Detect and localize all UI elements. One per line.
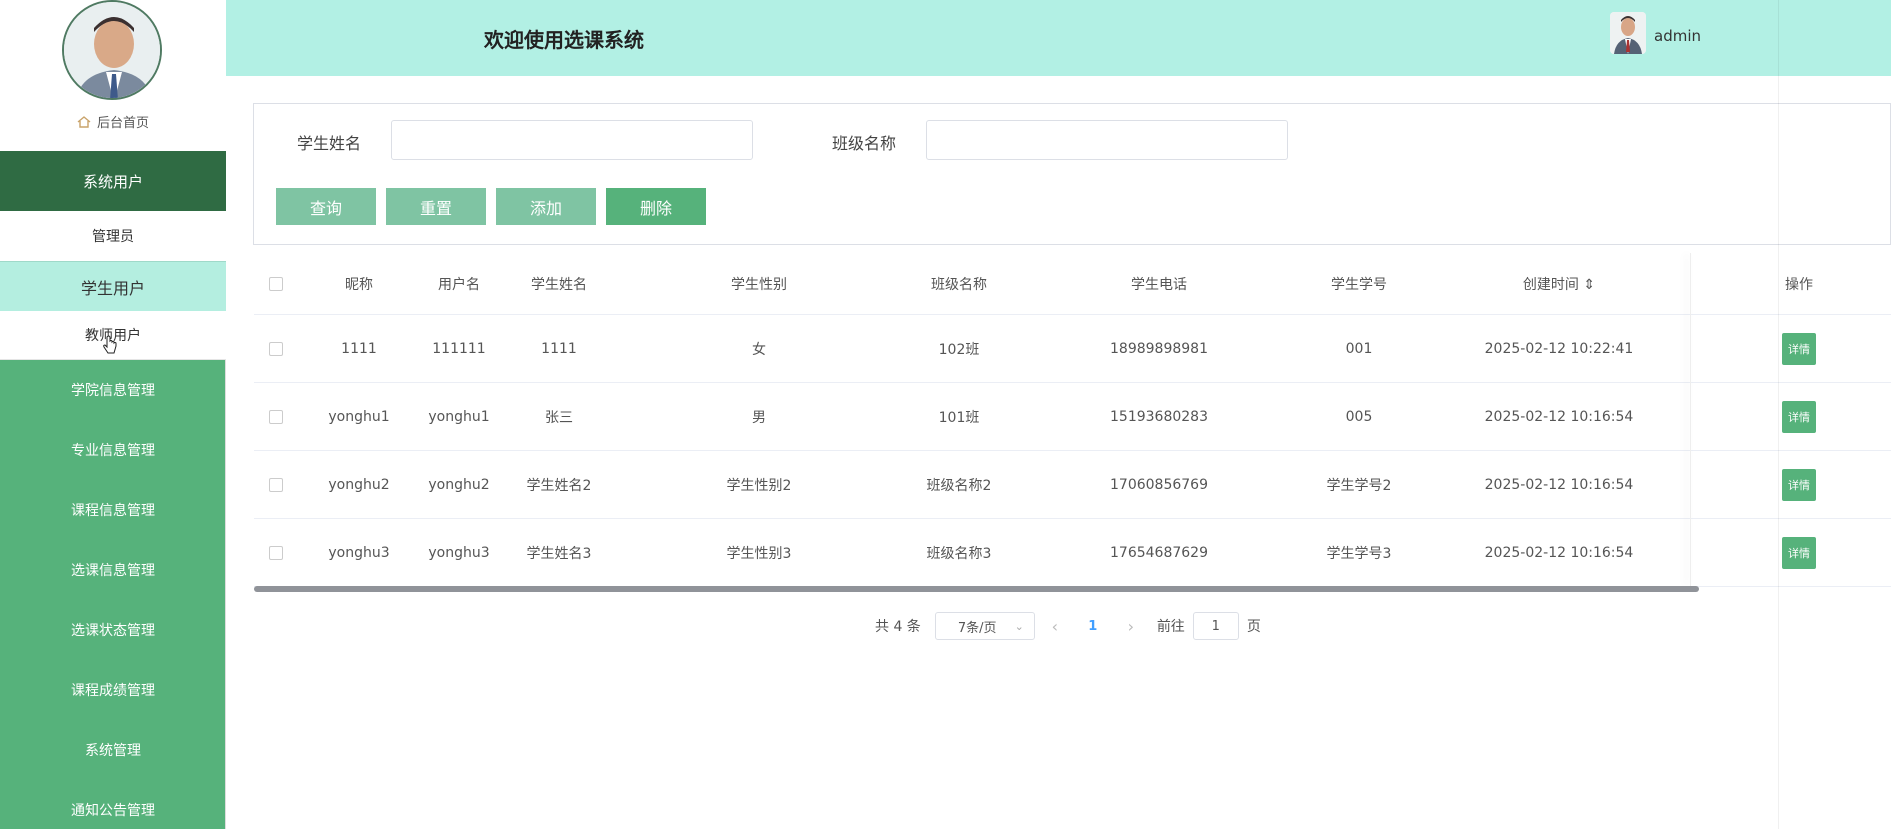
row-checkbox[interactable] xyxy=(266,315,286,382)
menu-system-manage[interactable]: 系统管理 xyxy=(0,720,226,780)
page-size-select[interactable]: 7条/页 ⌄ xyxy=(934,612,1035,640)
user-avatar[interactable] xyxy=(1610,12,1646,54)
table-horizontal-scrollbar[interactable] xyxy=(254,586,1699,592)
header: 欢迎使用选课系统 admin xyxy=(226,0,1891,76)
cell-created: 2025-02-12 10:16:54 xyxy=(1484,544,1634,561)
pointer-cursor-icon xyxy=(102,335,118,359)
cell-gender: 男 xyxy=(752,409,766,426)
row-checkbox[interactable] xyxy=(266,383,286,450)
reset-button[interactable]: 重置 xyxy=(386,188,486,225)
table-row: yonghu1 yonghu1 张三 男 101班 15193680283 00… xyxy=(254,383,1891,451)
page-unit-label: 页 xyxy=(1246,619,1261,635)
student-name-input[interactable] xyxy=(391,120,753,160)
cell-student-no: 学生学号3 xyxy=(1326,545,1392,562)
sidebar-top: 后台首页 xyxy=(0,0,226,151)
detail-button[interactable]: 详情 xyxy=(1782,400,1816,433)
table-row: 1111 111111 1111 女 102班 18989898981 001 … xyxy=(254,315,1891,383)
student-table: 昵称 用户名 学生姓名 学生性别 班级名称 学生电话 学生学号 创建时间 ⇕ 操… xyxy=(254,253,1891,587)
pagination-total: 共 4 条 xyxy=(875,619,921,635)
prev-page-icon[interactable]: ‹ xyxy=(1035,617,1075,636)
menu-course-info[interactable]: 课程信息管理 xyxy=(0,480,226,540)
delete-button[interactable]: 删除 xyxy=(606,188,706,225)
cell-student-name: 1111 xyxy=(541,340,577,357)
pagination: 共 4 条 7条/页 ⌄ ‹ 1 › 前往 1 页 xyxy=(875,612,1261,640)
home-link[interactable]: 后台首页 xyxy=(0,112,226,131)
col-action: 操作 xyxy=(1785,276,1813,293)
col-class-name: 班级名称 xyxy=(931,276,987,293)
next-page-icon[interactable]: › xyxy=(1111,617,1151,636)
chevron-down-icon: ⌄ xyxy=(1014,619,1024,633)
col-student-no: 学生学号 xyxy=(1331,276,1387,293)
class-name-label: 班级名称 xyxy=(832,134,897,153)
cell-created: 2025-02-12 10:22:41 xyxy=(1484,340,1634,357)
cell-student-no: 001 xyxy=(1345,340,1373,357)
table-row: yonghu2 yonghu2 学生姓名2 学生性别2 班级名称2 170608… xyxy=(254,451,1891,519)
page-title: 欢迎使用选课系统 xyxy=(484,28,644,52)
cell-phone: 15193680283 xyxy=(1110,408,1208,425)
avatar xyxy=(62,0,162,100)
username[interactable]: admin xyxy=(1654,27,1701,45)
submenu-teacher-user[interactable]: 教师用户 xyxy=(0,311,226,360)
menu-system-user[interactable]: 系统用户 xyxy=(0,151,226,211)
fixed-column-divider xyxy=(1690,253,1691,586)
page-number-current[interactable]: 1 xyxy=(1075,619,1111,634)
add-button[interactable]: 添加 xyxy=(496,188,596,225)
cell-class-name: 101班 xyxy=(938,409,980,426)
cell-class-name: 班级名称3 xyxy=(926,545,992,562)
cell-created: 2025-02-12 10:16:54 xyxy=(1484,476,1634,493)
home-link-label: 后台首页 xyxy=(96,116,149,131)
menu-selection-info[interactable]: 选课信息管理 xyxy=(0,540,226,600)
student-name-label: 学生姓名 xyxy=(297,134,362,153)
table-header-row: 昵称 用户名 学生姓名 学生性别 班级名称 学生电话 学生学号 创建时间 ⇕ 操… xyxy=(254,253,1891,315)
cell-created: 2025-02-12 10:16:54 xyxy=(1484,408,1634,425)
cell-student-name: 学生姓名3 xyxy=(526,545,592,562)
search-panel: 学生姓名 班级名称 查询 重置 添加 删除 xyxy=(253,103,1891,245)
col-gender: 学生性别 xyxy=(731,276,787,293)
col-phone: 学生电话 xyxy=(1131,276,1187,293)
cell-gender: 学生性别3 xyxy=(726,545,792,562)
row-checkbox[interactable] xyxy=(266,519,286,586)
cell-student-no: 学生学号2 xyxy=(1326,477,1392,494)
query-button[interactable]: 查询 xyxy=(276,188,376,225)
table-row: yonghu3 yonghu3 学生姓名3 学生性别3 班级名称3 176546… xyxy=(254,519,1891,587)
select-all-checkbox[interactable] xyxy=(266,253,286,314)
cell-phone: 17060856769 xyxy=(1110,476,1208,493)
overlay-guide-line xyxy=(1778,0,1779,829)
cell-gender: 女 xyxy=(752,341,766,358)
row-checkbox[interactable] xyxy=(266,451,286,518)
menu-notice-manage[interactable]: 通知公告管理 xyxy=(0,780,226,840)
goto-label: 前往 xyxy=(1156,619,1185,635)
cell-phone: 17654687629 xyxy=(1110,544,1208,561)
submenu-student-user[interactable]: 学生用户 xyxy=(0,261,226,311)
goto-page-input[interactable]: 1 xyxy=(1192,612,1239,640)
cell-student-name: 张三 xyxy=(545,409,573,426)
class-name-input[interactable] xyxy=(926,120,1288,160)
submenu-admin[interactable]: 管理员 xyxy=(0,211,226,261)
menu-college-info[interactable]: 学院信息管理 xyxy=(0,360,226,420)
cell-gender: 学生性别2 xyxy=(726,477,792,494)
cell-class-name: 102班 xyxy=(938,341,980,358)
cell-phone: 18989898981 xyxy=(1110,340,1208,357)
page-size-value: 7条/页 xyxy=(957,620,997,636)
home-icon xyxy=(77,115,91,128)
cell-class-name: 班级名称2 xyxy=(926,477,992,494)
cell-student-name: 学生姓名2 xyxy=(526,477,592,494)
detail-button[interactable]: 详情 xyxy=(1782,468,1816,501)
menu-selection-status[interactable]: 选课状态管理 xyxy=(0,600,226,660)
menu-major-info[interactable]: 专业信息管理 xyxy=(0,420,226,480)
cell-student-no: 005 xyxy=(1345,408,1373,425)
detail-button[interactable]: 详情 xyxy=(1782,332,1816,365)
col-student-name: 学生姓名 xyxy=(531,276,587,293)
col-created-sortable[interactable]: 创建时间 ⇕ xyxy=(1464,253,1654,314)
detail-button[interactable]: 详情 xyxy=(1782,536,1816,569)
menu-course-grades[interactable]: 课程成绩管理 xyxy=(0,660,226,720)
sidebar: 后台首页 系统用户 管理员 学生用户 教师用户 学院信息管理 专业信息管理 课程… xyxy=(0,0,226,829)
